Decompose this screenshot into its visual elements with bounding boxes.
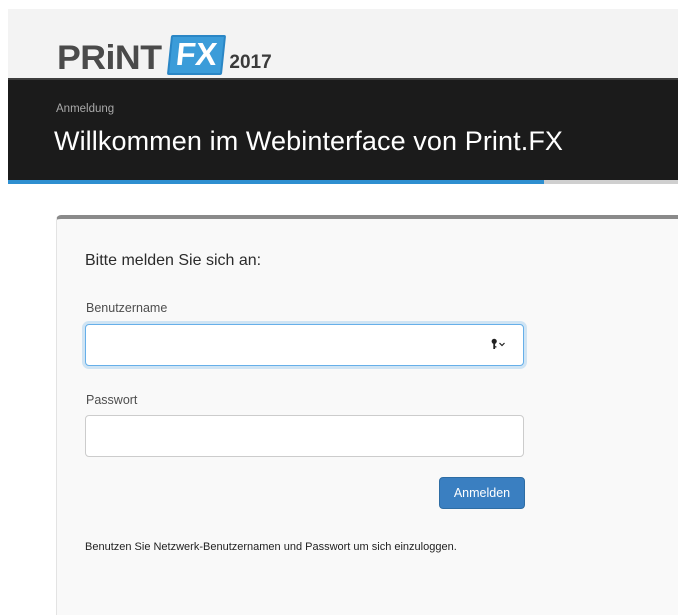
password-field[interactable] — [85, 415, 524, 457]
logo-fx-text: FX — [166, 35, 226, 75]
logo-brand-text: PRiNT — [57, 39, 162, 77]
key-dropdown-icon[interactable] — [491, 338, 507, 352]
header-progress-bar — [8, 180, 678, 184]
username-input[interactable] — [86, 325, 486, 365]
username-field[interactable] — [85, 324, 524, 366]
login-card: Bitte melden Sie sich an: Benutzername P… — [56, 215, 678, 615]
password-label: Passwort — [86, 393, 138, 407]
login-heading: Bitte melden Sie sich an: — [85, 252, 262, 269]
page-title: Willkommen im Webinterface von Print.FX — [54, 126, 564, 156]
breadcrumb: Anmeldung — [56, 103, 115, 115]
login-help-text: Benutzen Sie Netzwerk-Benutzernamen und … — [85, 541, 457, 553]
login-button[interactable]: Anmelden — [439, 477, 525, 509]
logo-bar: PRiNT FX 2017 — [8, 9, 678, 78]
print-fx-logo: PRiNT FX 2017 — [57, 31, 272, 75]
header-progress-fill — [8, 180, 544, 184]
username-label: Benutzername — [86, 301, 168, 315]
page-header: Anmeldung Willkommen im Webinterface von… — [8, 78, 678, 180]
logo-year-text: 2017 — [229, 52, 272, 73]
password-input[interactable] — [86, 416, 523, 456]
